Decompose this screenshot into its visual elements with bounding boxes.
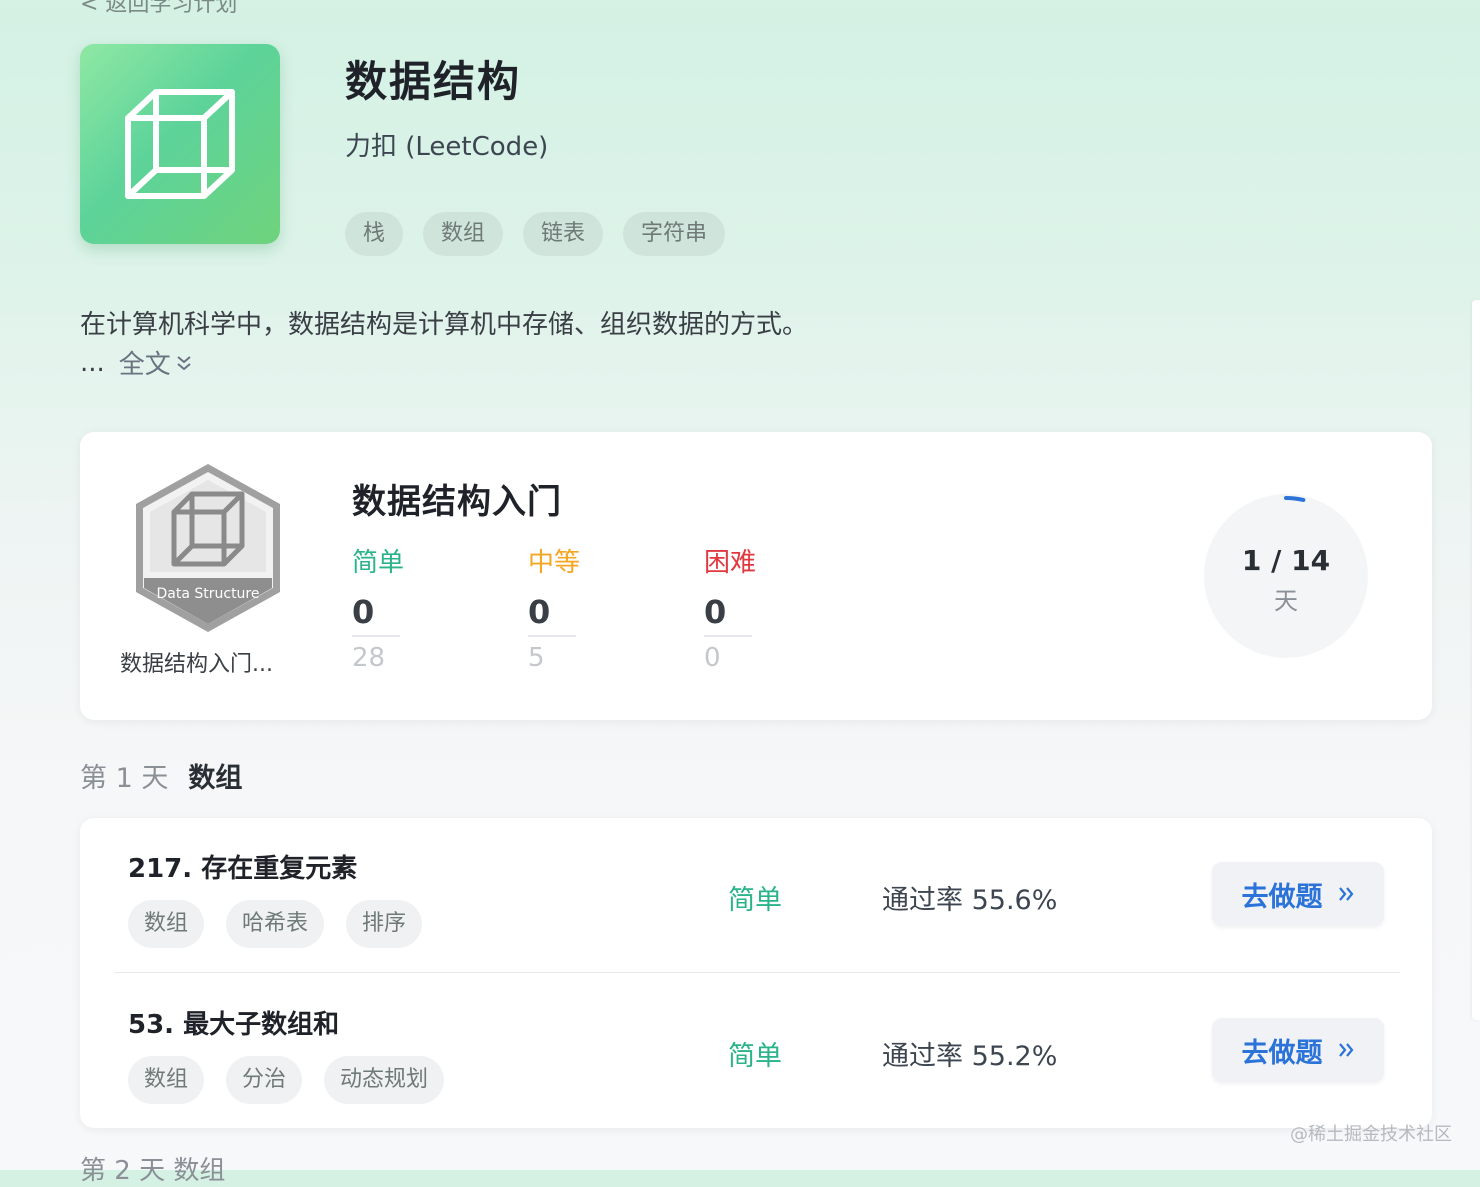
solved-count: 0 bbox=[352, 593, 400, 637]
progress-days: 1 / 14 bbox=[1241, 544, 1331, 577]
solve-button-label: 去做题 bbox=[1241, 1037, 1323, 1069]
plan-description: 在计算机科学中，数据结构是计算机中存储、组织数据的方式。 bbox=[80, 310, 809, 340]
problem-title[interactable]: 53. 最大子数组和 bbox=[128, 1004, 339, 1041]
total-count: 5 bbox=[528, 643, 545, 673]
solve-button[interactable]: 去做题 bbox=[1212, 1018, 1384, 1082]
day-topic: 数组 bbox=[188, 763, 243, 794]
problem-title[interactable]: 217. 存在重复元素 bbox=[128, 848, 357, 885]
difficulty-label: 简单 bbox=[352, 548, 405, 578]
ellipsis: ... bbox=[80, 347, 105, 378]
difficulty-medium-stat: 中等 0 5 bbox=[528, 542, 608, 673]
expand-description: ... 全文 bbox=[80, 344, 193, 381]
problem-list: 217. 存在重复元素 数组 哈希表 排序 简单 通过率 55.6% 去做题 5… bbox=[80, 818, 1432, 1128]
row-divider bbox=[114, 972, 1400, 973]
progress-unit: 天 bbox=[1274, 587, 1298, 615]
double-chevron-right-icon bbox=[1338, 1043, 1353, 1057]
topic-tag[interactable]: 链表 bbox=[523, 212, 604, 256]
acceptance-rate: 通过率 55.6% bbox=[882, 885, 1058, 916]
double-chevron-right-icon bbox=[1338, 887, 1353, 901]
solved-count: 0 bbox=[528, 593, 576, 637]
scrollbar-track[interactable] bbox=[1472, 300, 1480, 1020]
topic-tags: 栈 数组 链表 字符串 bbox=[345, 212, 726, 256]
topic-tag[interactable]: 数组 bbox=[423, 212, 504, 256]
problem-tag[interactable]: 数组 bbox=[128, 1056, 205, 1104]
problem-tags: 数组 哈希表 排序 bbox=[128, 900, 423, 948]
progress-text: 1 / 14 天 bbox=[1204, 544, 1368, 616]
difficulty-level: 简单 bbox=[728, 885, 782, 916]
problem-tag[interactable]: 排序 bbox=[346, 900, 423, 948]
difficulty-label: 中等 bbox=[528, 548, 581, 578]
page-title: 数据结构 bbox=[345, 57, 522, 106]
publisher-name: 力扣 (LeetCode) bbox=[345, 132, 549, 162]
solve-button[interactable]: 去做题 bbox=[1212, 862, 1384, 926]
topic-tag[interactable]: 字符串 bbox=[623, 212, 726, 256]
problem-row[interactable]: 53. 最大子数组和 数组 分治 动态规划 简单 通过率 55.2% 去做题 bbox=[80, 974, 1432, 1128]
day-label: 第 1 天 bbox=[80, 763, 169, 794]
total-count: 28 bbox=[352, 643, 386, 673]
full-text-label: 全文 bbox=[118, 350, 171, 380]
problem-tag[interactable]: 动态规划 bbox=[324, 1056, 445, 1104]
plan-title: 数据结构入门 bbox=[352, 482, 562, 522]
solve-button-label: 去做题 bbox=[1241, 881, 1323, 913]
difficulty-hard-stat: 困难 0 0 bbox=[704, 542, 784, 673]
data-structure-badge: Data Structure bbox=[136, 464, 280, 632]
full-text-button[interactable]: 全文 bbox=[119, 344, 193, 381]
problem-tag[interactable]: 数组 bbox=[128, 900, 205, 948]
total-count: 0 bbox=[704, 643, 721, 673]
topic-tag[interactable]: 栈 bbox=[345, 212, 404, 256]
day-header: 第 1 天 数组 bbox=[80, 756, 242, 795]
solved-count: 0 bbox=[704, 593, 752, 637]
difficulty-label: 困难 bbox=[704, 548, 757, 578]
problem-tags: 数组 分治 动态规划 bbox=[128, 1056, 445, 1104]
chevron-double-down-icon bbox=[177, 355, 191, 370]
plan-cover-image bbox=[80, 44, 280, 244]
cube-icon bbox=[125, 89, 235, 199]
badge-label: Data Structure bbox=[156, 586, 259, 602]
problem-tag[interactable]: 分治 bbox=[226, 1056, 303, 1104]
watermark: @稀土掘金技术社区 bbox=[1290, 1124, 1452, 1145]
back-link[interactable]: < 返回学习计划 bbox=[80, 0, 237, 18]
problem-row[interactable]: 217. 存在重复元素 数组 哈希表 排序 简单 通过率 55.6% 去做题 bbox=[80, 818, 1432, 973]
difficulty-easy-stat: 简单 0 28 bbox=[352, 542, 432, 673]
next-day-header: 第 2 天 数组 bbox=[80, 1156, 226, 1186]
acceptance-rate: 通过率 55.2% bbox=[882, 1041, 1058, 1072]
badge-caption: 数据结构入门... bbox=[120, 652, 273, 677]
difficulty-level: 简单 bbox=[728, 1041, 782, 1072]
problem-tag[interactable]: 哈希表 bbox=[226, 900, 325, 948]
